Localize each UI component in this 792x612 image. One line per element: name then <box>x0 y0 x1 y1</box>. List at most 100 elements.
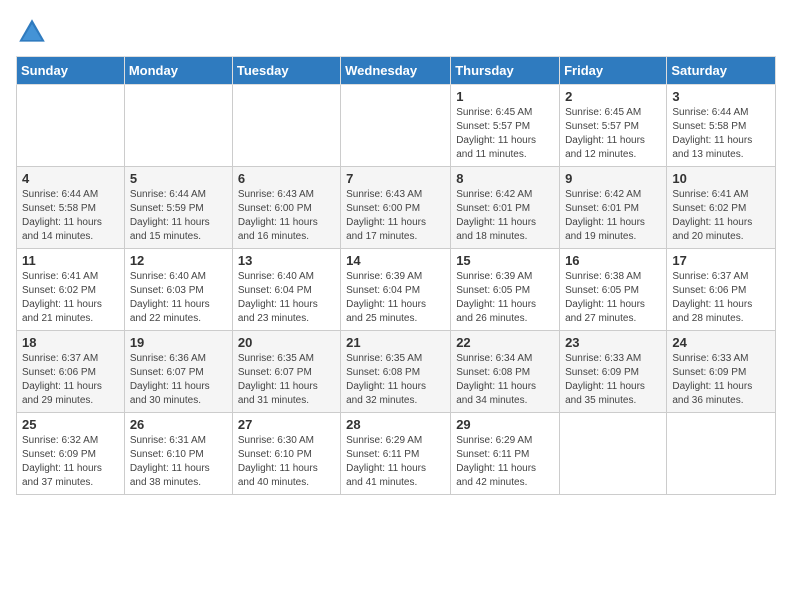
calendar-cell: 14 Sunrise: 6:39 AM Sunset: 6:04 PM Dayli… <box>341 249 451 331</box>
day-info: Sunrise: 6:36 AM Sunset: 6:07 PM Dayligh… <box>130 352 227 408</box>
day-info: Sunrise: 6:41 AM Sunset: 6:02 PM Dayligh… <box>22 270 119 326</box>
day-number: 26 <box>130 417 227 432</box>
calendar-cell: 21 Sunrise: 6:35 AM Sunset: 6:08 PM Dayli… <box>341 331 451 413</box>
calendar-cell <box>667 413 776 495</box>
day-info: Sunrise: 6:33 AM Sunset: 6:09 PM Dayligh… <box>565 352 661 408</box>
day-number: 17 <box>672 253 770 268</box>
day-info: Sunrise: 6:42 AM Sunset: 6:01 PM Dayligh… <box>565 188 661 244</box>
day-number: 27 <box>238 417 335 432</box>
day-number: 29 <box>456 417 554 432</box>
day-number: 2 <box>565 89 661 104</box>
calendar-cell: 10 Sunrise: 6:41 AM Sunset: 6:02 PM Dayli… <box>667 167 776 249</box>
calendar-cell <box>232 85 340 167</box>
calendar-cell: 9 Sunrise: 6:42 AM Sunset: 6:01 PM Daylig… <box>560 167 667 249</box>
calendar-week-1: 1 Sunrise: 6:45 AM Sunset: 5:57 PM Daylig… <box>17 85 776 167</box>
calendar-cell: 8 Sunrise: 6:42 AM Sunset: 6:01 PM Daylig… <box>451 167 560 249</box>
day-info: Sunrise: 6:32 AM Sunset: 6:09 PM Dayligh… <box>22 434 119 490</box>
day-number: 18 <box>22 335 119 350</box>
weekday-header-monday: Monday <box>124 57 232 85</box>
day-number: 3 <box>672 89 770 104</box>
calendar-cell: 22Sunrise: 6:34 AM Sunset: 6:08 PM Dayli… <box>451 331 560 413</box>
day-number: 6 <box>238 171 335 186</box>
day-number: 11 <box>22 253 119 268</box>
day-info: Sunrise: 6:44 AM Sunset: 5:59 PM Dayligh… <box>130 188 227 244</box>
day-number: 8 <box>456 171 554 186</box>
calendar-cell: 16Sunrise: 6:38 AM Sunset: 6:05 PM Dayli… <box>560 249 667 331</box>
day-info: Sunrise: 6:44 AM Sunset: 5:58 PM Dayligh… <box>672 106 770 162</box>
day-info: Sunrise: 6:41 AM Sunset: 6:02 PM Dayligh… <box>672 188 770 244</box>
day-number: 14 <box>346 253 445 268</box>
calendar-cell: 27 Sunrise: 6:30 AM Sunset: 6:10 PM Dayli… <box>232 413 340 495</box>
weekday-header-wednesday: Wednesday <box>341 57 451 85</box>
day-info: Sunrise: 6:40 AM Sunset: 6:04 PM Dayligh… <box>238 270 335 326</box>
calendar-cell: 29 Sunrise: 6:29 AM Sunset: 6:11 PM Dayli… <box>451 413 560 495</box>
calendar-cell: 7 Sunrise: 6:43 AM Sunset: 6:00 PM Daylig… <box>341 167 451 249</box>
calendar-cell: 6 Sunrise: 6:43 AM Sunset: 6:00 PM Daylig… <box>232 167 340 249</box>
day-info: Sunrise: 6:37 AM Sunset: 6:06 PM Dayligh… <box>672 270 770 326</box>
calendar-cell: 24 Sunrise: 6:33 AM Sunset: 6:09 PM Dayli… <box>667 331 776 413</box>
weekday-header-saturday: Saturday <box>667 57 776 85</box>
weekday-header-thursday: Thursday <box>451 57 560 85</box>
day-info: Sunrise: 6:39 AM Sunset: 6:04 PM Dayligh… <box>346 270 445 326</box>
day-info: Sunrise: 6:42 AM Sunset: 6:01 PM Dayligh… <box>456 188 554 244</box>
calendar-week-2: 4Sunrise: 6:44 AM Sunset: 5:58 PM Daylig… <box>17 167 776 249</box>
calendar-cell <box>124 85 232 167</box>
calendar-cell: 28 Sunrise: 6:29 AM Sunset: 6:11 PM Dayli… <box>341 413 451 495</box>
calendar-cell: 25 Sunrise: 6:32 AM Sunset: 6:09 PM Dayli… <box>17 413 125 495</box>
day-info: Sunrise: 6:34 AM Sunset: 6:08 PM Dayligh… <box>456 352 554 408</box>
page-header <box>16 16 776 48</box>
day-number: 12 <box>130 253 227 268</box>
calendar-cell <box>560 413 667 495</box>
day-info: Sunrise: 6:45 AM Sunset: 5:57 PM Dayligh… <box>565 106 661 162</box>
calendar-cell: 20 Sunrise: 6:35 AM Sunset: 6:07 PM Dayli… <box>232 331 340 413</box>
calendar-cell: 5 Sunrise: 6:44 AM Sunset: 5:59 PM Daylig… <box>124 167 232 249</box>
day-info: Sunrise: 6:39 AM Sunset: 6:05 PM Dayligh… <box>456 270 554 326</box>
calendar-cell: 19 Sunrise: 6:36 AM Sunset: 6:07 PM Dayli… <box>124 331 232 413</box>
calendar-cell <box>17 85 125 167</box>
day-info: Sunrise: 6:37 AM Sunset: 6:06 PM Dayligh… <box>22 352 119 408</box>
calendar-cell <box>341 85 451 167</box>
day-number: 20 <box>238 335 335 350</box>
day-number: 9 <box>565 171 661 186</box>
day-info: Sunrise: 6:29 AM Sunset: 6:11 PM Dayligh… <box>346 434 445 490</box>
day-info: Sunrise: 6:45 AM Sunset: 5:57 PM Dayligh… <box>456 106 554 162</box>
day-number: 21 <box>346 335 445 350</box>
calendar-cell: 4Sunrise: 6:44 AM Sunset: 5:58 PM Daylig… <box>17 167 125 249</box>
day-number: 10 <box>672 171 770 186</box>
calendar-cell: 11 Sunrise: 6:41 AM Sunset: 6:02 PM Dayli… <box>17 249 125 331</box>
day-info: Sunrise: 6:43 AM Sunset: 6:00 PM Dayligh… <box>346 188 445 244</box>
day-number: 1 <box>456 89 554 104</box>
calendar-cell: 18 Sunrise: 6:37 AM Sunset: 6:06 PM Dayli… <box>17 331 125 413</box>
logo <box>16 16 52 48</box>
weekday-header-tuesday: Tuesday <box>232 57 340 85</box>
day-info: Sunrise: 6:35 AM Sunset: 6:08 PM Dayligh… <box>346 352 445 408</box>
weekday-header-row: SundayMondayTuesdayWednesdayThursdayFrid… <box>17 57 776 85</box>
calendar-week-5: 25 Sunrise: 6:32 AM Sunset: 6:09 PM Dayli… <box>17 413 776 495</box>
calendar-cell: 3 Sunrise: 6:44 AM Sunset: 5:58 PM Daylig… <box>667 85 776 167</box>
day-number: 5 <box>130 171 227 186</box>
day-info: Sunrise: 6:35 AM Sunset: 6:07 PM Dayligh… <box>238 352 335 408</box>
calendar-cell: 12 Sunrise: 6:40 AM Sunset: 6:03 PM Dayli… <box>124 249 232 331</box>
day-number: 28 <box>346 417 445 432</box>
day-number: 4 <box>22 171 119 186</box>
day-info: Sunrise: 6:33 AM Sunset: 6:09 PM Dayligh… <box>672 352 770 408</box>
day-number: 19 <box>130 335 227 350</box>
calendar-cell: 15Sunrise: 6:39 AM Sunset: 6:05 PM Dayli… <box>451 249 560 331</box>
day-number: 7 <box>346 171 445 186</box>
logo-icon <box>16 16 48 48</box>
calendar-week-4: 18 Sunrise: 6:37 AM Sunset: 6:06 PM Dayli… <box>17 331 776 413</box>
day-number: 25 <box>22 417 119 432</box>
day-info: Sunrise: 6:40 AM Sunset: 6:03 PM Dayligh… <box>130 270 227 326</box>
calendar-week-3: 11 Sunrise: 6:41 AM Sunset: 6:02 PM Dayli… <box>17 249 776 331</box>
calendar-cell: 1 Sunrise: 6:45 AM Sunset: 5:57 PM Daylig… <box>451 85 560 167</box>
day-info: Sunrise: 6:29 AM Sunset: 6:11 PM Dayligh… <box>456 434 554 490</box>
day-info: Sunrise: 6:30 AM Sunset: 6:10 PM Dayligh… <box>238 434 335 490</box>
day-number: 24 <box>672 335 770 350</box>
weekday-header-sunday: Sunday <box>17 57 125 85</box>
day-number: 16 <box>565 253 661 268</box>
day-info: Sunrise: 6:43 AM Sunset: 6:00 PM Dayligh… <box>238 188 335 244</box>
calendar-cell: 2 Sunrise: 6:45 AM Sunset: 5:57 PM Daylig… <box>560 85 667 167</box>
calendar-cell: 26Sunrise: 6:31 AM Sunset: 6:10 PM Dayli… <box>124 413 232 495</box>
calendar-cell: 13Sunrise: 6:40 AM Sunset: 6:04 PM Dayli… <box>232 249 340 331</box>
calendar-cell: 17 Sunrise: 6:37 AM Sunset: 6:06 PM Dayli… <box>667 249 776 331</box>
